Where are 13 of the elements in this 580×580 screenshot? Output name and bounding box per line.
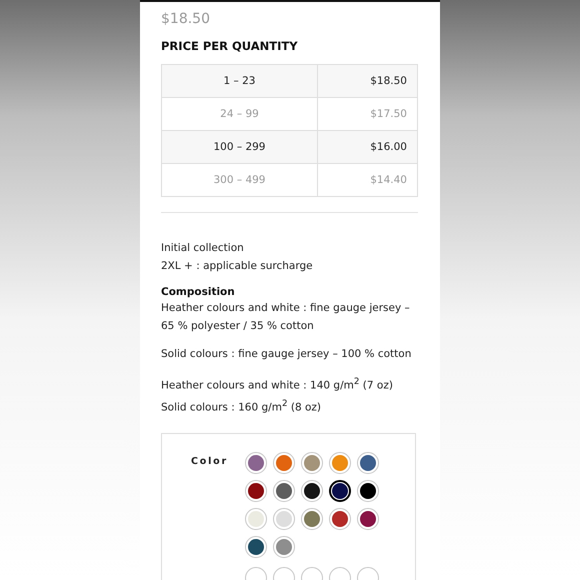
composition-text: Heather colours and white : 140 g/m$^{2}$ (7 oz) (161, 376, 394, 394)
color-label: Color (191, 455, 229, 468)
quantity-cell: 1 – 23 (162, 64, 318, 98)
note-text: Initial collection (161, 241, 245, 256)
table-title: PRICE PER QUANTITY (161, 39, 299, 53)
composition-text: Solid colours : fine gauge jersey – 100 % cotton (161, 347, 412, 362)
product-price: $18.50 (161, 11, 211, 27)
price-cell: $14.40 (318, 164, 418, 196)
section-title: Composition (161, 286, 236, 298)
composition-text: Heather colours and white : fine gauge jersey – 65 % polyester / 35 % cotton (161, 301, 411, 334)
composition-text: Solid colours : 160 g/m$^{2}$ (8 oz) (161, 398, 322, 415)
note-text: 2XL + : applicable surcharge (161, 259, 314, 274)
quantity-cell: 300 – 499 (162, 164, 318, 196)
